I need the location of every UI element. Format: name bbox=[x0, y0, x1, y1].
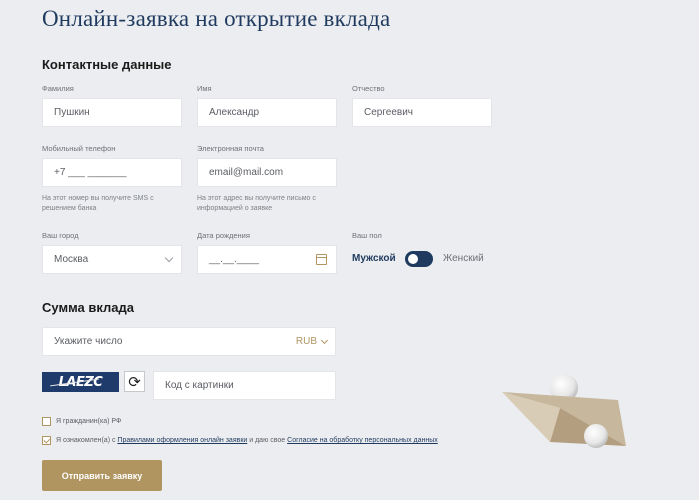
first-name-label: Имя bbox=[197, 84, 212, 93]
currency-select[interactable]: RUB bbox=[295, 336, 329, 347]
phone-field[interactable]: +7 ___ _______ bbox=[42, 158, 182, 187]
rules-link[interactable]: Правилами оформления онлайн заявки bbox=[117, 437, 247, 444]
page-title: Онлайн-заявка на открытие вклада bbox=[42, 6, 391, 31]
gender-toggle[interactable] bbox=[405, 251, 433, 267]
last-name-label: Фамилия bbox=[42, 84, 74, 93]
submit-button[interactable]: Отправить заявку bbox=[42, 460, 162, 491]
middle-name-label: Отчество bbox=[352, 84, 385, 93]
phone-label: Мобильный телефон bbox=[42, 144, 116, 153]
consent-checkbox-row[interactable]: Я ознакомлен(а) с Правилами оформления о… bbox=[42, 436, 438, 445]
gender-label: Ваш пол bbox=[352, 231, 382, 240]
captcha-image: LAEZC bbox=[42, 372, 119, 392]
last-name-field[interactable]: Пушкин bbox=[42, 98, 182, 127]
chevron-down-icon bbox=[320, 336, 329, 344]
consent-checkbox[interactable] bbox=[42, 436, 51, 445]
citizen-checkbox-row[interactable]: Я гражданин(ка) РФ bbox=[42, 417, 121, 426]
deposit-heading: Сумма вклада bbox=[42, 300, 134, 315]
gender-female-label[interactable]: Женский bbox=[443, 253, 484, 264]
chevron-down-icon bbox=[164, 253, 174, 263]
email-hint: На этот адрес вы получите письмо с инфор… bbox=[197, 195, 316, 212]
middle-name-value: Сергеевич bbox=[364, 107, 414, 118]
toggle-knob bbox=[408, 254, 418, 264]
first-name-value: Александр bbox=[209, 107, 260, 118]
city-select[interactable]: Москва bbox=[42, 245, 182, 274]
refresh-icon[interactable]: ⟳ bbox=[124, 371, 145, 392]
first-name-field[interactable]: Александр bbox=[197, 98, 337, 127]
middle-name-field[interactable]: Сергеевич bbox=[352, 98, 492, 127]
captcha-text: LAEZC bbox=[58, 374, 103, 390]
email-label: Электронная почта bbox=[197, 144, 264, 153]
email-field[interactable]: email@mail.com bbox=[197, 158, 337, 187]
paper-plane-illustration bbox=[502, 374, 626, 448]
deposit-amount-placeholder: Укажите число bbox=[54, 336, 123, 347]
birthdate-value: __.__.____ bbox=[209, 254, 260, 265]
birthdate-label: Дата рождения bbox=[197, 231, 250, 240]
citizen-label: Я гражданин(ка) РФ bbox=[56, 418, 122, 425]
last-name-value: Пушкин bbox=[54, 107, 90, 118]
gender-male-label[interactable]: Мужской bbox=[352, 253, 396, 264]
consent-prefix: Я ознакомлен(а) с bbox=[56, 437, 118, 444]
phone-hint: На этот номер вы получите SMS с решением… bbox=[42, 195, 154, 212]
city-value: Москва bbox=[54, 254, 89, 265]
calendar-icon[interactable] bbox=[316, 254, 327, 265]
citizen-checkbox[interactable] bbox=[42, 417, 51, 426]
captcha-input[interactable]: Код с картинки bbox=[153, 371, 336, 400]
currency-value: RUB bbox=[295, 336, 317, 347]
personal-data-link[interactable]: Согласие на обработку персональных данны… bbox=[287, 437, 438, 444]
captcha-placeholder: Код с картинки bbox=[165, 380, 234, 391]
birthdate-field[interactable]: __.__.____ bbox=[197, 245, 337, 274]
email-placeholder: email@mail.com bbox=[209, 167, 284, 178]
contacts-heading: Контактные данные bbox=[42, 57, 172, 72]
city-label: Ваш город bbox=[42, 231, 79, 240]
phone-value: +7 ___ _______ bbox=[54, 167, 127, 178]
deposit-amount-input[interactable]: Укажите число RUB bbox=[42, 327, 336, 356]
consent-middle: и даю свое bbox=[247, 437, 288, 444]
